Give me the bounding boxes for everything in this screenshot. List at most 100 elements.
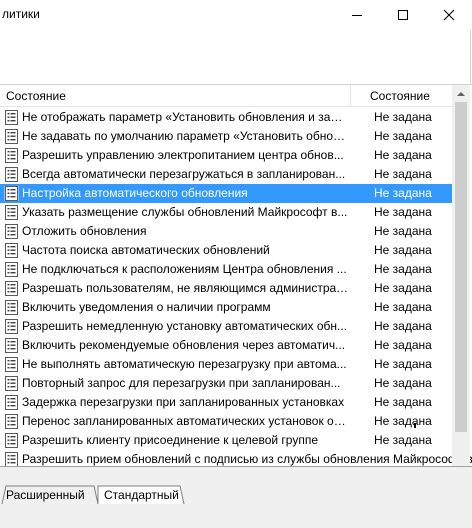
- setting-state: Не задана: [374, 376, 432, 390]
- minimize-button[interactable]: [334, 0, 380, 30]
- description-pane: [0, 30, 472, 82]
- policy-setting-icon: [5, 129, 18, 144]
- scrollbar-thumb[interactable]: [455, 102, 467, 432]
- tab-standard[interactable]: Стандартный: [98, 486, 184, 504]
- setting-name: Разрешить прием обновлений с подписью из…: [22, 452, 472, 466]
- policy-setting-icon: [5, 224, 18, 239]
- policy-setting-icon: [5, 243, 18, 258]
- setting-name: Задержка перезагрузки при запланированны…: [22, 395, 345, 409]
- setting-state: Не задана: [374, 338, 432, 352]
- maximize-icon: [398, 10, 408, 20]
- list-item[interactable]: Разрешить прием обновлений с подписью из…: [0, 450, 472, 467]
- list-item[interactable]: Частота поиска автоматических обновлений…: [0, 241, 452, 260]
- setting-name: Настройка автоматического обновления: [22, 186, 248, 200]
- list-item[interactable]: Задержка перезагрузки при запланированны…: [0, 393, 452, 412]
- setting-name: Включить уведомления о наличии программ: [22, 300, 271, 314]
- list-item[interactable]: Не выполнять автоматическую перезагрузку…: [0, 355, 452, 374]
- list-item[interactable]: Настройка автоматического обновления Не з…: [0, 184, 452, 203]
- scroll-up-button[interactable]: [452, 85, 470, 102]
- setting-state: Не задана: [374, 433, 432, 447]
- column-header-name[interactable]: Состояние: [6, 89, 66, 103]
- minimize-icon: [352, 14, 362, 16]
- list-item[interactable]: Разрешить управлению электропитанием цен…: [0, 146, 452, 165]
- policy-setting-icon: [5, 262, 18, 277]
- list-item[interactable]: Перенос запланированных автоматических у…: [0, 412, 452, 431]
- text-cursor: [414, 423, 416, 428]
- policy-setting-icon: [5, 395, 18, 410]
- setting-name: Не выполнять автоматическую перезагрузку…: [22, 357, 347, 371]
- list-item[interactable]: Не отображать параметр «Установить обнов…: [0, 108, 452, 127]
- setting-name: Повторный запрос для перезагрузки при за…: [22, 376, 341, 390]
- setting-name: Перенос запланированных автоматических у…: [22, 414, 348, 428]
- window-title: литики: [2, 7, 40, 21]
- close-icon: [443, 9, 455, 21]
- policy-setting-icon: [5, 338, 18, 353]
- setting-name: Частота поиска автоматических обновлений: [22, 243, 270, 257]
- close-button[interactable]: [426, 0, 472, 30]
- list-item[interactable]: Разрешать пользователям, не являющимся а…: [0, 279, 452, 298]
- vertical-scrollbar[interactable]: [452, 85, 470, 467]
- policy-setting-icon: [5, 433, 18, 448]
- setting-state: Не задана: [374, 319, 432, 333]
- tab-standard-label: Стандартный: [104, 488, 179, 502]
- setting-name: Не отображать параметр «Установить обнов…: [22, 110, 348, 124]
- policy-setting-icon: [5, 414, 18, 429]
- policy-setting-icon: [5, 376, 18, 391]
- column-separator[interactable]: [350, 85, 351, 107]
- list-item[interactable]: Повторный запрос для перезагрузки при за…: [0, 374, 452, 393]
- setting-name: Указать размещение службы обновлений Май…: [22, 205, 348, 219]
- policy-setting-icon: [4, 186, 19, 201]
- setting-state: Не задана: [374, 148, 432, 162]
- setting-name: Разрешить клиенту присоединение к целево…: [22, 433, 319, 447]
- policy-setting-icon: [5, 319, 18, 334]
- policy-setting-icon: [5, 110, 18, 125]
- setting-state: Не задана: [374, 395, 432, 409]
- policy-setting-icon: [5, 357, 18, 372]
- setting-state: Не задана: [374, 281, 432, 295]
- setting-state: Не задана: [374, 300, 432, 314]
- column-header-state[interactable]: Состояние: [370, 89, 430, 103]
- list-item[interactable]: Разрешить клиенту присоединение к целево…: [0, 431, 452, 450]
- chevron-up-icon: [457, 91, 465, 96]
- setting-state: Не задана: [374, 186, 432, 200]
- policy-setting-icon: [5, 300, 18, 315]
- setting-state: Не задана: [374, 224, 432, 238]
- setting-state: Не задана: [374, 110, 432, 124]
- policy-setting-icon: [5, 205, 18, 220]
- maximize-button[interactable]: [380, 0, 426, 30]
- view-tabs: Расширенный Стандартный: [0, 466, 472, 528]
- pane-border: [470, 30, 471, 84]
- policy-setting-icon: [5, 452, 18, 467]
- list-item[interactable]: Всегда автоматически перезагружаться в з…: [0, 165, 452, 184]
- setting-state: Не задана: [374, 129, 432, 143]
- policy-setting-icon: [5, 281, 18, 296]
- list-item[interactable]: Включить рекомендуемые обновления через …: [0, 336, 452, 355]
- setting-state: Не задана: [374, 167, 432, 181]
- list-item[interactable]: Отложить обновления Не задана: [0, 222, 452, 241]
- tab-extended-label: Расширенный: [6, 488, 85, 502]
- title-bar: литики: [0, 0, 472, 30]
- list-header: Состояние Состояние: [0, 85, 452, 107]
- setting-state: Не задана: [374, 414, 432, 428]
- list-item[interactable]: Указать размещение службы обновлений Май…: [0, 203, 452, 222]
- setting-name: Разрешать пользователям, не являющимся а…: [22, 281, 348, 295]
- setting-name: Разрешить немедленную установку автомати…: [22, 319, 347, 333]
- setting-name: Разрешить управлению электропитанием цен…: [22, 148, 344, 162]
- setting-state: Не задана: [374, 243, 432, 257]
- setting-state: Не задана: [374, 357, 432, 371]
- tab-extended[interactable]: Расширенный: [0, 486, 98, 504]
- policy-setting-icon: [5, 148, 18, 163]
- list-item[interactable]: Разрешить немедленную установку автомати…: [0, 317, 452, 336]
- list-item[interactable]: Не задавать по умолчанию параметр «Устан…: [0, 127, 452, 146]
- setting-state: Не задана: [374, 262, 432, 276]
- list-item[interactable]: Включить уведомления о наличии программ Н…: [0, 298, 452, 317]
- setting-name: Всегда автоматически перезагружаться в з…: [22, 167, 346, 181]
- settings-list[interactable]: Состояние Состояние Не отображать параме…: [0, 84, 472, 467]
- policy-setting-icon: [5, 167, 18, 182]
- list-item[interactable]: Не подключаться к расположениям Центра о…: [0, 260, 452, 279]
- setting-name: Включить рекомендуемые обновления через …: [22, 338, 346, 352]
- setting-state: Не задана: [374, 205, 432, 219]
- setting-name: Отложить обновления: [22, 224, 147, 238]
- setting-name: Не задавать по умолчанию параметр «Устан…: [22, 129, 348, 143]
- setting-name: Не подключаться к расположениям Центра о…: [22, 262, 347, 276]
